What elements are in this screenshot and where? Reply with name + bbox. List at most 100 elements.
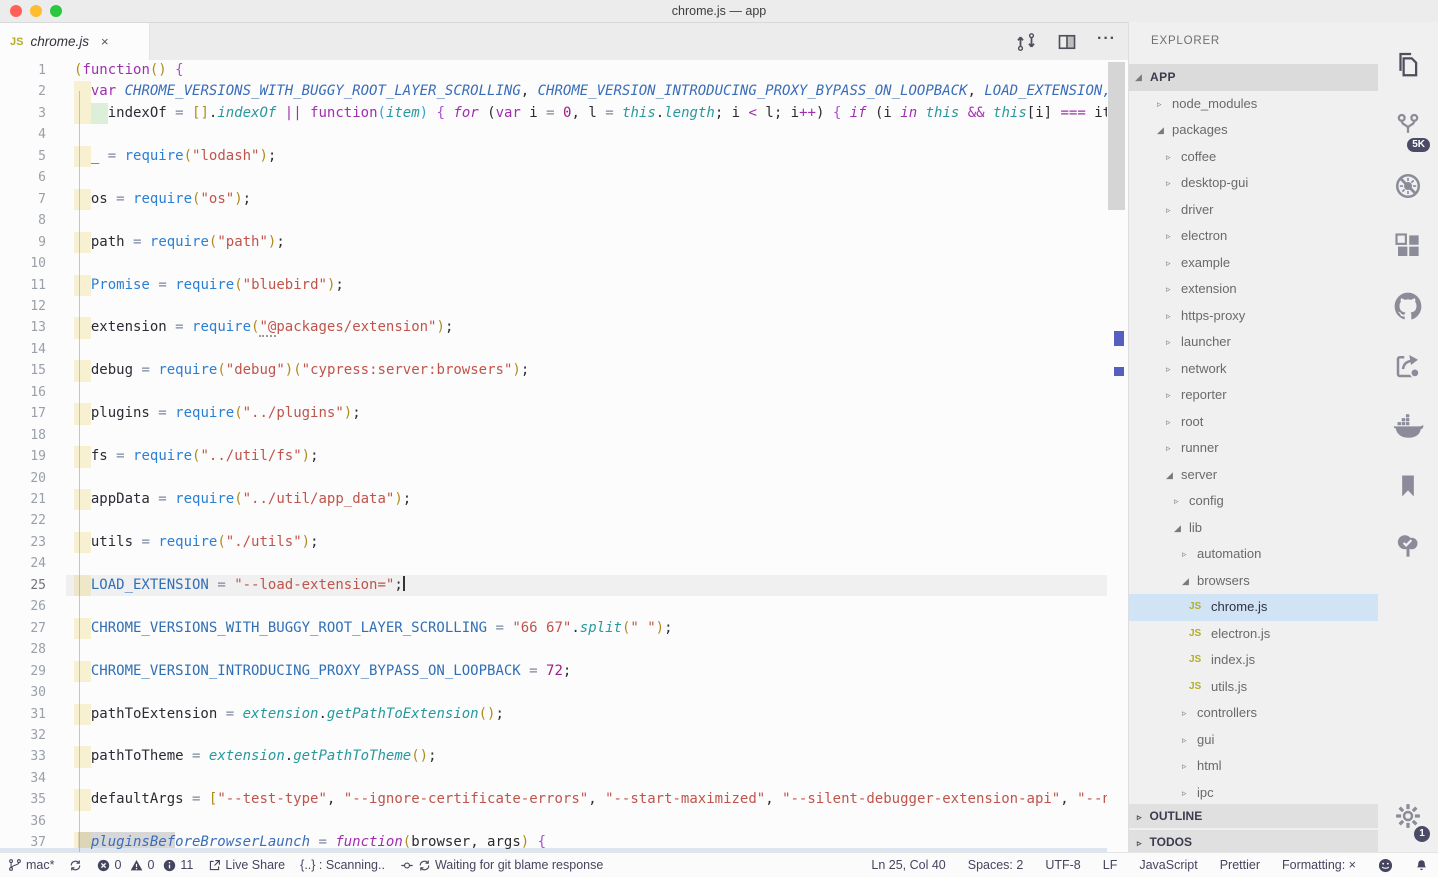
chevron-expanded-icon[interactable]: ◢ — [1135, 64, 1142, 91]
chevron-collapsed-icon[interactable]: ▹ — [1166, 170, 1171, 197]
chevron-collapsed-icon[interactable]: ▹ — [1166, 329, 1171, 356]
tree-folder-driver[interactable]: ▹driver — [1129, 197, 1378, 224]
explorer-icon[interactable] — [1378, 36, 1438, 92]
tree-folder-gui[interactable]: ▹gui — [1129, 727, 1378, 754]
code-line-1[interactable]: 1(function() { — [0, 60, 1128, 81]
chevron-expanded-icon[interactable]: ◢ — [1174, 515, 1181, 542]
status-mac[interactable]: mac* — [8, 858, 54, 872]
test-tree-icon[interactable] — [1378, 518, 1438, 574]
tree-folder-server[interactable]: ◢server — [1129, 462, 1378, 489]
chevron-collapsed-icon[interactable]: ▹ — [1182, 753, 1187, 780]
code-line-9[interactable]: 9 path = require("path"); — [0, 232, 1128, 253]
code-line-23[interactable]: 23 utils = require("./utils"); — [0, 532, 1128, 553]
todos-section-header[interactable]: ▹TODOS — [1129, 830, 1378, 852]
source-control-icon[interactable]: 5K — [1378, 98, 1438, 154]
tree-folder-example[interactable]: ▹example — [1129, 250, 1378, 277]
code-line-27[interactable]: 27 CHROME_VERSIONS_WITH_BUGGY_ROOT_LAYER… — [0, 618, 1128, 639]
code-line-3[interactable]: 3 indexOf = [].indexOf || function(item)… — [0, 103, 1128, 124]
chevron-collapsed-icon[interactable]: ▹ — [1174, 488, 1179, 515]
chevron-collapsed-icon[interactable]: ▹ — [1166, 250, 1171, 277]
tree-folder-root[interactable]: ▹root — [1129, 409, 1378, 436]
code-line-25[interactable]: 25 LOAD_EXTENSION = "--load-extension="; — [0, 575, 1128, 596]
code-line-18[interactable]: 18 — [0, 425, 1128, 446]
status-lf[interactable]: LF — [1103, 858, 1118, 872]
code-line-16[interactable]: 16 — [0, 382, 1128, 403]
tree-folder-https-proxy[interactable]: ▹https-proxy — [1129, 303, 1378, 330]
code-line-5[interactable]: 5 _ = require("lodash"); — [0, 146, 1128, 167]
status-utf-8[interactable]: UTF-8 — [1045, 858, 1080, 872]
code-line-15[interactable]: 15 debug = require("debug")("cypress:ser… — [0, 360, 1128, 381]
chevron-collapsed-icon[interactable]: ▹ — [1182, 700, 1187, 727]
docker-icon[interactable] — [1378, 398, 1438, 454]
chevron-collapsed-icon[interactable]: ▹ — [1157, 91, 1162, 118]
status-0[interactable]: 0 — [97, 858, 121, 872]
share-icon[interactable] — [1378, 338, 1438, 394]
chevron-collapsed-icon[interactable]: ▹ — [1166, 276, 1171, 303]
tree-folder-automation[interactable]: ▹automation — [1129, 541, 1378, 568]
code-line-36[interactable]: 36 — [0, 811, 1128, 832]
status-sync[interactable] — [69, 859, 82, 872]
code-editor[interactable]: 1(function() {2 var CHROME_VERSIONS_WITH… — [0, 60, 1128, 852]
extensions-icon[interactable] — [1378, 218, 1438, 274]
code-line-22[interactable]: 22 — [0, 510, 1128, 531]
code-line-20[interactable]: 20 — [0, 468, 1128, 489]
chevron-expanded-icon[interactable]: ◢ — [1182, 568, 1189, 595]
debug-disabled-icon[interactable] — [1378, 158, 1438, 214]
tree-folder-coffee[interactable]: ▹coffee — [1129, 144, 1378, 171]
status-0[interactable]: 0 — [130, 858, 154, 872]
tree-folder-node-modules[interactable]: ▹node_modules — [1129, 91, 1378, 118]
code-line-32[interactable]: 32 — [0, 725, 1128, 746]
code-line-10[interactable]: 10 — [0, 253, 1128, 274]
tree-file-index-js[interactable]: JSindex.js — [1129, 647, 1378, 674]
tree-folder-launcher[interactable]: ▹launcher — [1129, 329, 1378, 356]
tree-folder-extension[interactable]: ▹extension — [1129, 276, 1378, 303]
chevron-collapsed-icon[interactable]: ▹ — [1166, 197, 1171, 224]
tree-folder-desktop-gui[interactable]: ▹desktop-gui — [1129, 170, 1378, 197]
code-line-33[interactable]: 33 pathToTheme = extension.getPathToThem… — [0, 746, 1128, 767]
chevron-collapsed-icon[interactable]: ▹ — [1166, 356, 1171, 383]
tree-file-utils-js[interactable]: JSutils.js — [1129, 674, 1378, 701]
code-line-6[interactable]: 6 — [0, 167, 1128, 188]
code-line-7[interactable]: 7 os = require("os"); — [0, 189, 1128, 210]
code-line-12[interactable]: 12 — [0, 296, 1128, 317]
status-waiting-for-git-blame-response[interactable]: Waiting for git blame response — [400, 858, 603, 872]
settings-gear-icon[interactable]: 1 — [1378, 788, 1438, 844]
status-spaces-2[interactable]: Spaces: 2 — [968, 858, 1024, 872]
tree-folder-browsers[interactable]: ◢browsers — [1129, 568, 1378, 595]
tree-folder-config[interactable]: ▹config — [1129, 488, 1378, 515]
chevron-collapsed-icon[interactable]: ▹ — [1166, 144, 1171, 171]
code-line-29[interactable]: 29 CHROME_VERSION_INTRODUCING_PROXY_BYPA… — [0, 661, 1128, 682]
tree-folder-packages[interactable]: ◢packages — [1129, 117, 1378, 144]
chevron-collapsed-icon[interactable]: ▹ — [1182, 541, 1187, 568]
code-line-26[interactable]: 26 — [0, 596, 1128, 617]
status-11[interactable]: 11 — [163, 858, 193, 872]
status-javascript[interactable]: JavaScript — [1139, 858, 1197, 872]
tree-folder-ipc[interactable]: ▹ipc — [1129, 780, 1378, 807]
status-bell[interactable] — [1415, 858, 1428, 873]
chevron-collapsed-icon[interactable]: ▹ — [1166, 409, 1171, 436]
tree-folder-network[interactable]: ▹network — [1129, 356, 1378, 383]
chevron-collapsed-icon[interactable]: ▹ — [1166, 382, 1171, 409]
code-line-24[interactable]: 24 — [0, 553, 1128, 574]
code-line-19[interactable]: 19 fs = require("../util/fs"); — [0, 446, 1128, 467]
tab-close-icon[interactable]: × — [101, 34, 109, 49]
status-formatting[interactable]: Formatting: × — [1282, 858, 1356, 872]
chevron-collapsed-icon[interactable]: ▹ — [1182, 780, 1187, 807]
more-actions-icon[interactable]: ··· — [1097, 30, 1116, 54]
tree-folder-reporter[interactable]: ▹reporter — [1129, 382, 1378, 409]
chevron-collapsed-icon[interactable]: ▹ — [1166, 435, 1171, 462]
chevron-collapsed-icon[interactable]: ▹ — [1166, 223, 1171, 250]
code-line-30[interactable]: 30 — [0, 682, 1128, 703]
tree-folder-electron[interactable]: ▹electron — [1129, 223, 1378, 250]
tree-file-electron-js[interactable]: JSelectron.js — [1129, 621, 1378, 648]
code-line-17[interactable]: 17 plugins = require("../plugins"); — [0, 403, 1128, 424]
outline-section-header[interactable]: ▹OUTLINE — [1129, 804, 1378, 828]
code-line-28[interactable]: 28 — [0, 639, 1128, 660]
tree-folder-controllers[interactable]: ▹controllers — [1129, 700, 1378, 727]
tree-folder-runner[interactable]: ▹runner — [1129, 435, 1378, 462]
status-scanning[interactable]: {..} : Scanning.. — [300, 858, 385, 872]
status-smiley[interactable] — [1378, 858, 1393, 873]
code-line-13[interactable]: 13 extension = require("@packages/extens… — [0, 317, 1128, 338]
bookmark-icon[interactable] — [1378, 458, 1438, 514]
tab-chrome-js[interactable]: JS chrome.js × — [0, 23, 150, 60]
